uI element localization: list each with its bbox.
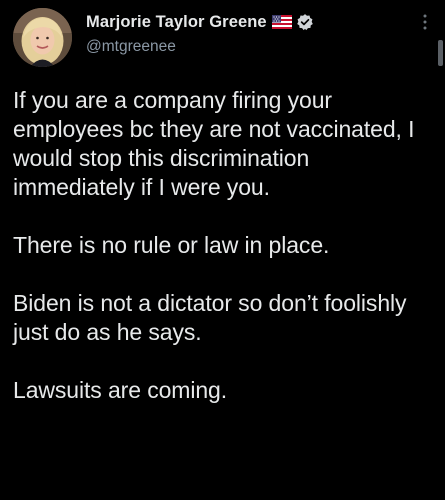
tweet-paragraph: There is no rule or law in place.	[13, 232, 330, 258]
avatar-image	[13, 8, 72, 67]
tweet-paragraph: If you are a company firing your employe…	[13, 87, 415, 200]
tweet-paragraph: Biden is not a dictator so don’t foolish…	[13, 290, 407, 345]
scrollbar-thumb[interactable]	[438, 40, 443, 66]
tweet-text: If you are a company firing your employe…	[13, 86, 433, 405]
display-name[interactable]: Marjorie Taylor Greene	[86, 13, 267, 32]
author-handle[interactable]: @mtgreenee	[86, 38, 176, 56]
tweet-paragraph: Lawsuits are coming.	[13, 377, 228, 403]
more-vertical-icon[interactable]	[418, 12, 432, 32]
avatar[interactable]	[13, 8, 72, 67]
author-name-row[interactable]: Marjorie Taylor Greene	[86, 10, 314, 34]
verified-badge-icon	[296, 13, 314, 31]
us-flag-icon	[271, 15, 292, 29]
tweet: Marjorie Taylor Greene @mtgreenee If you…	[0, 0, 445, 500]
